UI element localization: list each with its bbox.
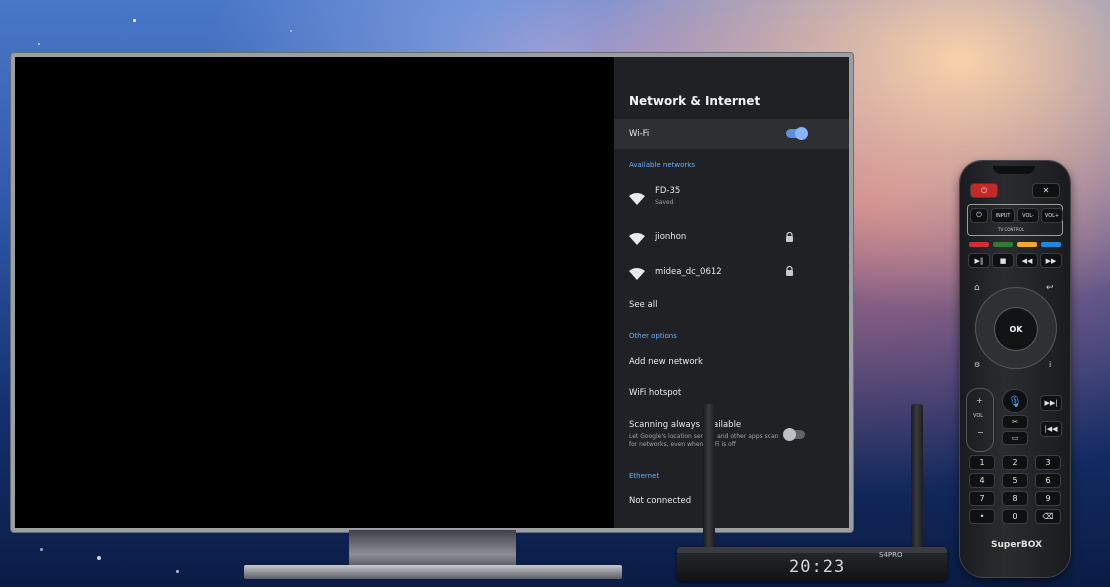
other-options-header: Other options [629,332,677,340]
next-track-button[interactable]: ▶▶| [1041,396,1061,410]
rewind-icon: ◀◀ [1021,256,1033,265]
previous-track-icon: |◀◀ [1044,425,1058,433]
available-networks-header: Available networks [629,161,695,169]
antenna-left [703,404,715,547]
lock-icon [786,266,793,276]
back-icon[interactable]: ↩ [1046,283,1054,293]
play-pause-icon: ▶‖ [974,256,984,265]
tools-button[interactable]: ✂ [1003,416,1027,428]
settings-icon[interactable]: ⚙ [974,361,980,369]
delete-key[interactable]: ⌫ [1036,510,1060,523]
ethernet-header: Ethernet [629,472,660,480]
digit-key[interactable]: 3 [1036,456,1060,469]
tv-control-label: TV CONTROL [998,227,1024,232]
play-pause-button[interactable]: ▶‖ [969,254,989,267]
stop-icon: ■ [999,256,1007,265]
input-button[interactable]: INPUT [992,209,1014,222]
stop-button[interactable]: ■ [993,254,1013,267]
wifi-icon [629,268,645,280]
vol-minus-button[interactable]: VOL- [1018,209,1038,222]
power-icon: ⏻ [976,211,982,219]
fast-forward-icon: ▶▶ [1045,256,1057,265]
remote-brand-logo: SuperBOX [991,540,1043,550]
network-settings-panel: Network & Internet Wi-Fi Available netwo… [614,57,849,528]
home-icon[interactable]: ⌂ [974,283,980,293]
green-key[interactable] [993,242,1013,247]
network-name[interactable]: jionhon [655,232,686,242]
fast-forward-button[interactable]: ▶▶ [1041,254,1061,267]
red-key[interactable] [969,242,989,247]
television: Network & Internet Wi-Fi Available netwo… [11,53,853,532]
tv-box-top [677,547,947,553]
network-name[interactable]: midea_dc_0612 [655,267,722,277]
vol-label: VOL [973,413,984,419]
background-star [176,570,179,573]
scanning-toggle[interactable] [783,428,805,441]
info-icon[interactable]: i [1049,360,1051,369]
vol-minus-icon: − [977,428,984,437]
mute-icon: ✕ [1042,186,1050,195]
scanning-label[interactable]: Scanning always available [629,420,741,430]
digit-key[interactable]: 2 [1003,456,1027,469]
background-star [97,556,101,560]
remote-ir-window [993,166,1035,174]
blue-key[interactable] [1041,242,1061,247]
box-clock-display: 20:23 [789,557,846,577]
tv-stand-base [244,565,622,579]
lock-icon [786,232,793,242]
mute-button[interactable]: ✕ [1033,184,1059,197]
digit-key[interactable]: 9 [1036,492,1060,505]
next-track-icon: ▶▶| [1044,399,1058,407]
background-star [133,19,136,22]
digit-key[interactable]: 5 [1003,474,1027,487]
digit-key[interactable]: 7 [970,492,994,505]
antenna-right [911,404,923,547]
see-all-link[interactable]: See all [629,300,658,310]
background-star [40,548,43,551]
background-star [38,43,40,45]
previous-track-button[interactable]: |◀◀ [1041,422,1061,436]
vol-plus-button[interactable]: VOL+ [1042,209,1062,222]
ethernet-status[interactable]: Not connected [629,496,691,506]
wifi-toggle[interactable] [786,127,808,140]
power-button[interactable]: ⏻ [971,184,997,197]
wifi-hotspot-item[interactable]: WiFi hotspot [629,388,681,398]
digit-key[interactable]: 4 [970,474,994,487]
page-title: Network & Internet [629,94,761,108]
keyboard-button[interactable]: ▭ [1003,432,1027,444]
wifi-icon [629,233,645,245]
ok-button[interactable]: OK [995,308,1037,350]
tools-icon: ✂ [1012,418,1018,426]
digit-key[interactable]: 0 [1003,510,1027,523]
wifi-toggle-knob [795,127,808,140]
tv-power-button[interactable]: ⏻ [971,209,987,222]
background-star [290,30,292,32]
mic-icon: 🎙 [1008,394,1022,408]
keyboard-icon: ▭ [1011,434,1019,442]
yellow-key[interactable] [1017,242,1037,247]
wifi-label: Wi-Fi [629,129,650,139]
box-model-label: S4PRO [879,551,903,559]
dot-key[interactable]: • [970,510,994,523]
digit-key[interactable]: 8 [1003,492,1027,505]
wifi-icon [629,193,645,205]
digit-key[interactable]: 1 [970,456,994,469]
power-icon: ⏻ [980,185,988,195]
scanning-toggle-knob [783,428,796,441]
rewind-button[interactable]: ◀◀ [1017,254,1037,267]
add-network-item[interactable]: Add new network [629,357,703,367]
network-status: Saved [655,199,674,206]
scanning-description: for networks, even when Wi-Fi is off [629,441,736,448]
tv-screen: Network & Internet Wi-Fi Available netwo… [15,57,849,528]
network-name[interactable]: FD-35 [655,186,680,196]
vol-plus-icon: + [976,396,983,405]
tv-stand-neck [349,530,516,565]
digit-key[interactable]: 6 [1036,474,1060,487]
voice-button[interactable]: 🎙 [1003,390,1027,412]
